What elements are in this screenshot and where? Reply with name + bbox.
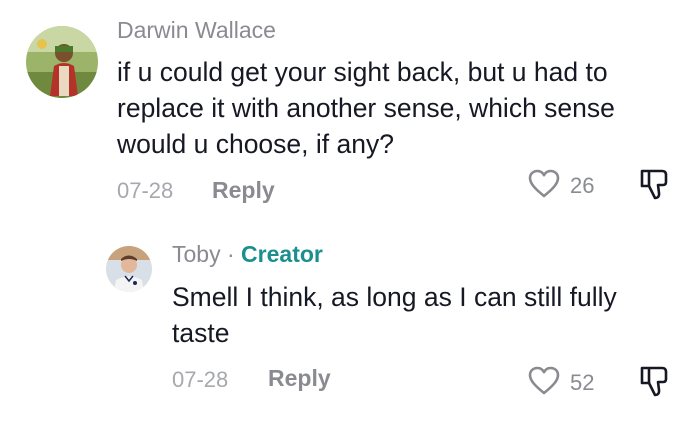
dislike-icon[interactable] [638,364,674,398]
reply-button[interactable]: Reply [268,365,331,392]
reply-button[interactable]: Reply [212,177,275,204]
comment-text: if u could get your sight back, but u ha… [117,57,615,159]
like-count: 26 [570,173,595,198]
avatar[interactable] [26,26,98,98]
avatar[interactable] [106,246,152,292]
heart-icon[interactable] [528,366,560,396]
name-separator: · [220,241,242,267]
like-count: 52 [570,370,595,395]
reply-username-line: Toby · Creator [172,241,323,268]
heart-icon[interactable] [528,169,560,199]
comment-username[interactable]: Darwin Wallace [117,17,276,44]
dislike-icon[interactable] [638,167,674,201]
reply-text: Smell I think, as long as I can still fu… [172,282,617,348]
comment-date: 07-28 [117,178,174,203]
reply-username[interactable]: Toby [172,241,221,267]
reply-date: 07-28 [172,367,229,392]
creator-badge: Creator [241,241,323,267]
